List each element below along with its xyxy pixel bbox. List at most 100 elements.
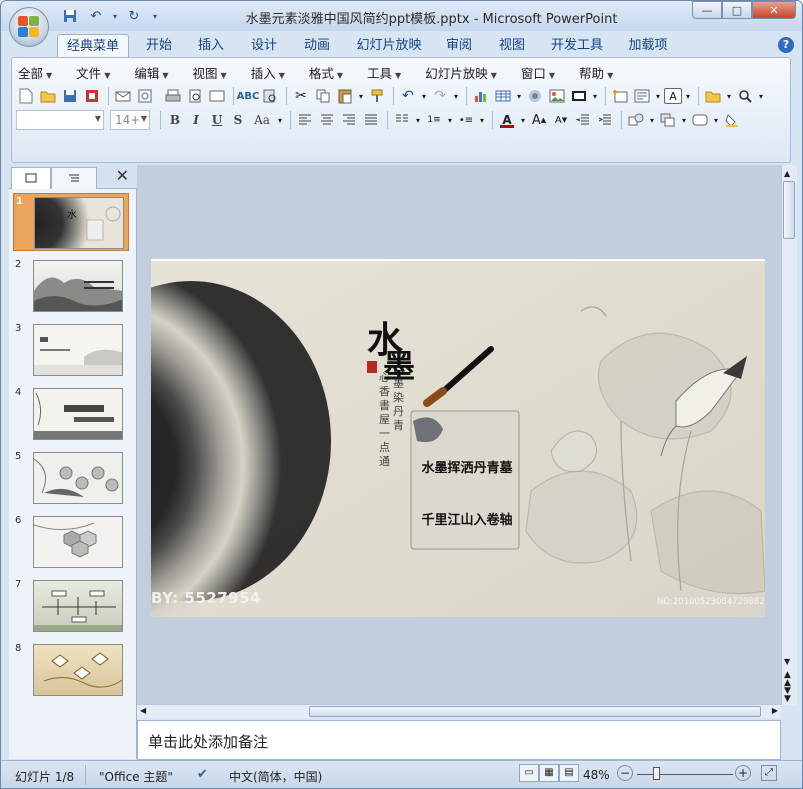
zoom-slider[interactable] — [637, 774, 733, 775]
new-file-icon[interactable] — [16, 86, 36, 106]
new-slide-icon[interactable] — [610, 86, 630, 106]
tab-home[interactable]: 开始 — [139, 34, 179, 58]
menu-window[interactable]: 窗口 ▼ — [521, 63, 555, 83]
menu-edit[interactable]: 编辑 ▼ — [134, 63, 168, 83]
help-icon[interactable]: ? — [778, 37, 794, 53]
quick-styles-dropdown-icon[interactable]: ▾ — [712, 110, 720, 130]
email-icon[interactable] — [113, 86, 133, 106]
insert-chart-icon[interactable] — [471, 86, 491, 106]
close-pane-icon[interactable]: ✕ — [116, 166, 129, 185]
redo-dropdown-icon[interactable]: ▾ — [452, 86, 460, 106]
scroll-left-arrow[interactable]: ◀ — [140, 706, 146, 715]
font-size-combo[interactable]: 14+ ▼ — [110, 110, 150, 130]
slide-thumbnail-3[interactable]: 3 — [13, 321, 129, 379]
align-right-icon[interactable] — [339, 110, 359, 130]
insert-table-icon[interactable] — [493, 86, 513, 106]
arrange-dropdown-icon[interactable]: ▾ — [680, 110, 688, 130]
align-center-icon[interactable] — [317, 110, 337, 130]
tab-design[interactable]: 设计 — [244, 34, 284, 58]
open-folder-icon[interactable] — [38, 86, 58, 106]
slideshow-button[interactable]: ▤ — [559, 764, 579, 782]
shapes-icon[interactable] — [626, 110, 646, 130]
normal-view-button[interactable]: ▭ — [519, 764, 539, 782]
paste-dropdown-icon[interactable]: ▾ — [357, 86, 365, 106]
print-preview-icon[interactable] — [135, 86, 155, 106]
columns-dropdown-icon[interactable]: ▾ — [414, 110, 422, 130]
spelling-icon[interactable]: ABC — [237, 86, 260, 106]
font-color-dropdown-icon[interactable]: ▾ — [519, 110, 527, 130]
table-dropdown-icon[interactable]: ▾ — [515, 86, 523, 106]
menu-format[interactable]: 格式 ▼ — [309, 63, 343, 83]
research-icon[interactable] — [260, 86, 280, 106]
preview-icon[interactable] — [185, 86, 205, 106]
slides-tab[interactable] — [11, 167, 51, 189]
maximize-button[interactable]: □ — [722, 1, 752, 19]
bullets-dropdown-icon[interactable]: ▾ — [478, 110, 486, 130]
underline-button[interactable]: U — [207, 110, 227, 130]
menu-view[interactable]: 视图 ▼ — [193, 63, 227, 83]
tab-classic-menu[interactable]: 经典菜单 — [57, 34, 129, 58]
shrink-font-icon[interactable]: A ▼ — [551, 110, 571, 130]
scroll-down-arrow[interactable]: ▼ — [784, 657, 790, 666]
tab-animation[interactable]: 动画 — [297, 34, 337, 58]
text-box-dropdown-icon[interactable]: ▾ — [684, 86, 692, 106]
clipart-icon[interactable] — [525, 86, 545, 106]
columns-icon[interactable] — [392, 110, 412, 130]
media-dropdown-icon[interactable]: ▾ — [591, 86, 599, 106]
redo-icon[interactable]: ↷ — [430, 86, 450, 106]
slide-thumbnail-1[interactable]: 1 水 — [13, 193, 129, 251]
find-icon[interactable] — [735, 86, 755, 106]
zoom-in-icon[interactable]: + — [735, 765, 751, 781]
menu-insert[interactable]: 插入 ▼ — [251, 63, 285, 83]
current-slide[interactable]: 心香書屋一点通 墨染丹青 水 墨 水墨挥洒丹青墓 千里江山入卷轴 BY: 552… — [151, 261, 765, 617]
increase-indent-icon[interactable] — [595, 110, 615, 130]
outline-tab[interactable] — [51, 167, 97, 189]
paste-icon[interactable] — [335, 86, 355, 106]
notes-pane[interactable]: 单击此处添加备注 — [137, 720, 781, 760]
zoom-slider-thumb[interactable] — [653, 767, 660, 780]
folder-dropdown-icon[interactable]: ▾ — [725, 86, 733, 106]
numbering-icon[interactable]: 1≡ — [424, 110, 444, 130]
menu-tools[interactable]: 工具 ▼ — [367, 63, 401, 83]
font-name-combo[interactable]: ▼ — [16, 110, 104, 130]
format-painter-icon[interactable] — [367, 86, 387, 106]
numbering-dropdown-icon[interactable]: ▾ — [446, 110, 454, 130]
bullets-icon[interactable]: •≡ — [456, 110, 476, 130]
tab-insert[interactable]: 插入 — [191, 34, 231, 58]
media-icon[interactable] — [569, 86, 589, 106]
menu-all[interactable]: 全部 ▼ — [18, 63, 52, 83]
spell-check-icon[interactable]: ✔ — [197, 767, 208, 782]
save-icon[interactable] — [60, 86, 80, 106]
slide-text-line-2[interactable]: 千里江山入卷轴 — [415, 509, 519, 528]
slide-thumbnail-5[interactable]: 5 — [13, 449, 129, 507]
cut-icon[interactable]: ✂ — [291, 86, 311, 106]
change-case-dropdown-icon[interactable]: ▾ — [276, 110, 284, 130]
shadow-button[interactable]: S — [228, 110, 248, 130]
change-case-button[interactable]: Aa — [249, 110, 275, 130]
slide-thumbnail-7[interactable]: 7 — [13, 577, 129, 635]
align-left-icon[interactable] — [295, 110, 315, 130]
vertical-scrollbar[interactable]: ▲ ▼ ▲ ▲ ▼ ▼ — [781, 165, 797, 705]
tab-addins[interactable]: 加载项 — [621, 34, 675, 58]
arrange-icon[interactable] — [658, 110, 678, 130]
text-box-icon[interactable]: A — [664, 88, 682, 104]
menu-file[interactable]: 文件 ▼ — [76, 63, 110, 83]
quick-styles-icon[interactable] — [690, 110, 710, 130]
permission-icon[interactable] — [82, 86, 102, 106]
tab-view[interactable]: 视图 — [492, 34, 532, 58]
slide-thumbnail-4[interactable]: 4 — [13, 385, 129, 443]
minimize-button[interactable]: — — [692, 1, 722, 19]
find-dropdown-icon[interactable]: ▾ — [757, 86, 765, 106]
tab-slideshow[interactable]: 幻灯片放映 — [350, 34, 428, 58]
insert-picture-icon[interactable] — [547, 86, 567, 106]
previous-slide-icon[interactable]: ▲ ▲ — [784, 671, 791, 688]
horizontal-scrollbar[interactable]: ◀ ▶ — [137, 704, 781, 718]
undo-icon[interactable]: ↶ — [398, 86, 418, 106]
slide-text-line-1[interactable]: 水墨挥洒丹青墓 — [415, 457, 519, 476]
menu-slideshow[interactable]: 幻灯片放映 ▼ — [425, 63, 497, 83]
justify-icon[interactable] — [361, 110, 381, 130]
font-color-icon[interactable]: A — [497, 110, 517, 130]
tab-developer[interactable]: 开发工具 — [545, 34, 609, 58]
zoom-level[interactable]: 48% — [583, 768, 610, 782]
horizontal-scroll-thumb[interactable] — [309, 706, 761, 717]
